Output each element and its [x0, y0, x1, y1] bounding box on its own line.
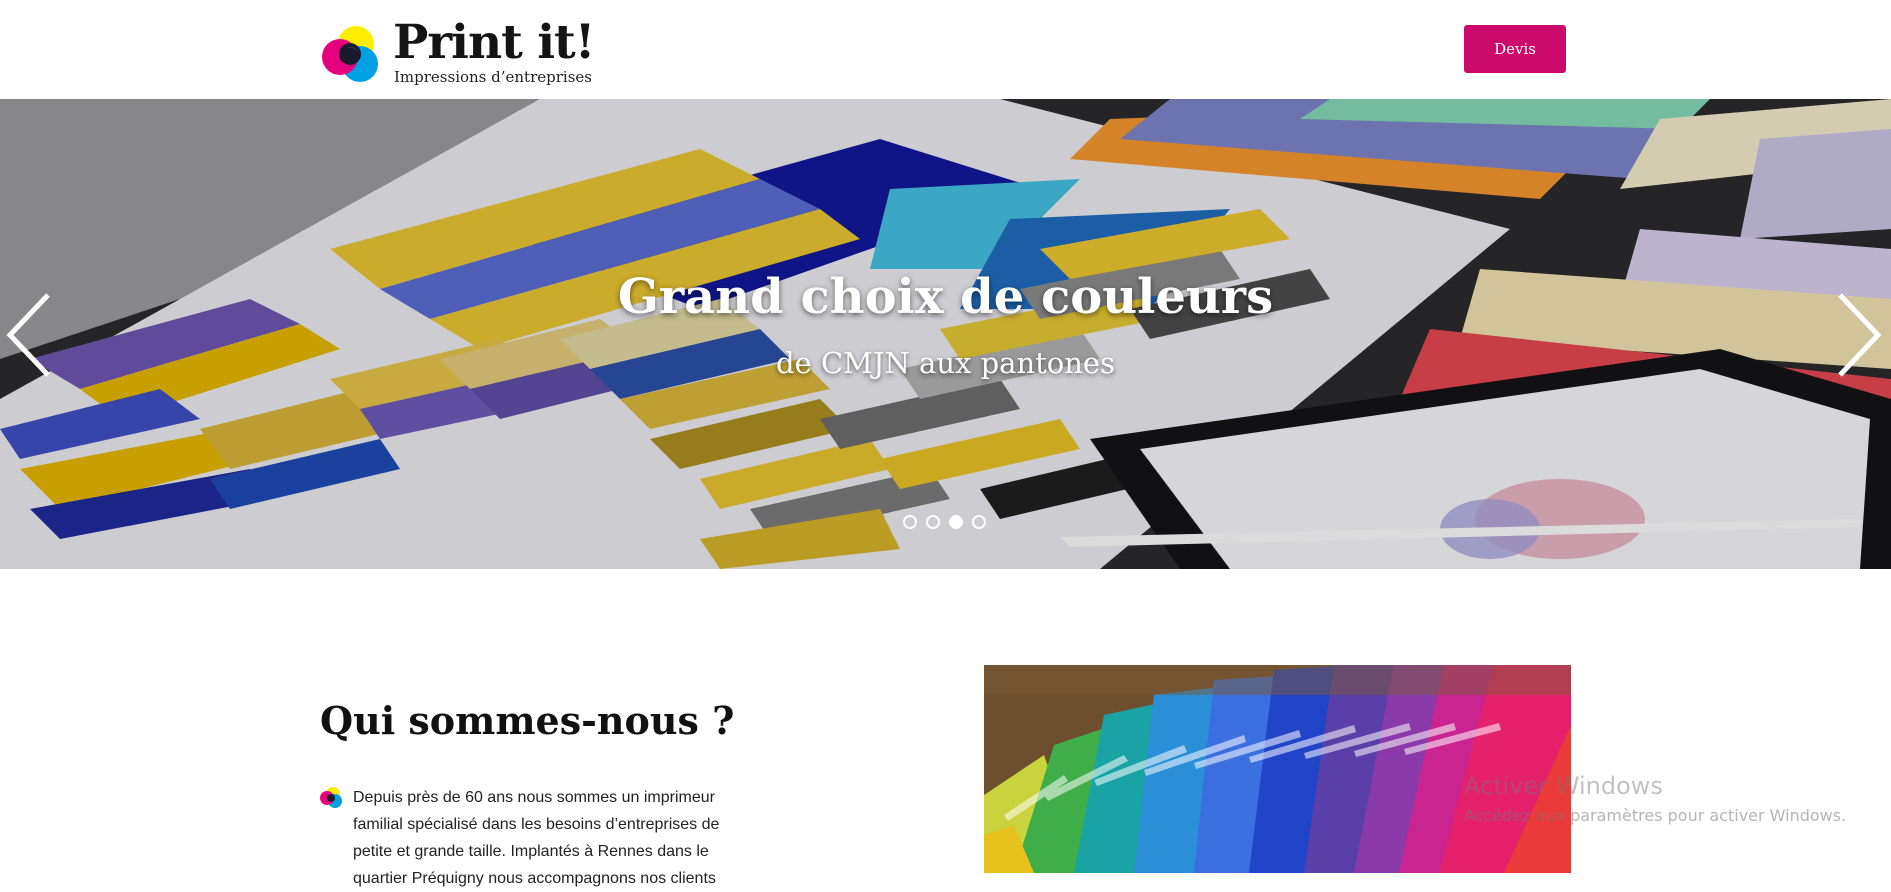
site-header: Print it! Impressions d’entreprises Devi…: [0, 0, 1891, 99]
carousel-dot-2[interactable]: [926, 515, 940, 529]
carousel-dot-1[interactable]: [903, 515, 917, 529]
hero-carousel: Grand choix de couleurs de CMJN aux pant…: [0, 99, 1891, 569]
about-title: Qui sommes-nous ?: [320, 698, 735, 743]
cmyk-bullet-icon: [320, 787, 342, 808]
cmyk-logo-icon: [322, 26, 378, 82]
hero-subtitle: de CMJN aux pantones: [776, 346, 1115, 380]
windows-activation-subtitle: Accédez aux paramètres pour activer Wind…: [1464, 806, 1847, 825]
carousel-indicators: [903, 515, 986, 531]
windows-activation-title: Activer Windows: [1464, 772, 1663, 800]
about-text: Depuis près de 60 ans nous sommes un imp…: [353, 789, 720, 887]
carousel-dot-4[interactable]: [972, 515, 986, 529]
devis-button[interactable]: Devis: [1464, 25, 1566, 73]
chevron-left-icon[interactable]: [0, 289, 60, 381]
site-logo[interactable]: Print it! Impressions d’entreprises: [318, 15, 595, 87]
logo-title: Print it!: [393, 15, 595, 70]
hero-title: Grand choix de couleurs: [617, 269, 1274, 325]
carousel-dot-3[interactable]: [949, 515, 963, 529]
hero-background-image: [0, 99, 1891, 569]
logo-subtitle: Impressions d’entreprises: [394, 68, 592, 86]
pantone-fan-image: [984, 665, 1571, 873]
chevron-right-icon[interactable]: [1828, 289, 1888, 381]
